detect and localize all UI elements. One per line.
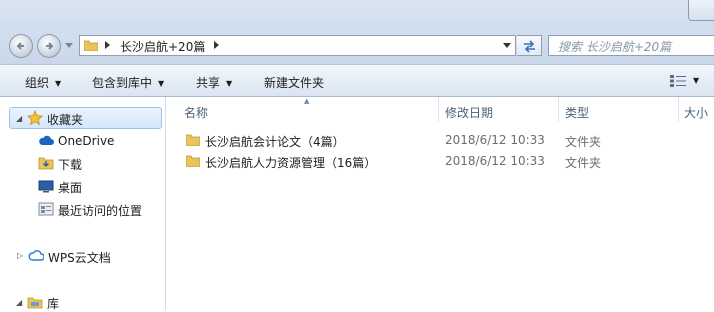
file-date: 2018/6/12 10:33 xyxy=(445,154,545,168)
file-name: 长沙启航会计论文（4篇） xyxy=(205,135,345,149)
search-input[interactable]: 搜索 长沙启航+20篇 xyxy=(548,35,714,56)
file-type: 文件夹 xyxy=(565,135,602,149)
file-name: 长沙启航人力资源管理（16篇） xyxy=(205,156,377,170)
column-divider[interactable] xyxy=(558,97,559,122)
file-date: 2018/6/12 10:33 xyxy=(445,133,545,147)
chevron-down-icon: ▼ xyxy=(226,79,233,88)
organize-button[interactable]: 组织 ▼ xyxy=(25,74,61,91)
file-type: 文件夹 xyxy=(565,156,602,170)
file-row[interactable]: 长沙启航会计论文（4篇） 2018/6/12 10:33 文件夹 xyxy=(166,131,714,151)
folder-icon xyxy=(186,155,200,167)
new-folder-button[interactable]: 新建文件夹 xyxy=(264,74,324,91)
column-divider[interactable] xyxy=(438,97,439,122)
nav-label-downloads: 下载 xyxy=(58,158,83,172)
nav-label-wps-cloud: WPS云文档 xyxy=(48,251,111,265)
breadcrumb-separator-icon[interactable] xyxy=(214,41,220,49)
share-button[interactable]: 共享 ▼ xyxy=(196,74,232,91)
chevron-down-icon: ▼ xyxy=(158,79,165,88)
nav-label-recent-places: 最近访问的位置 xyxy=(58,204,143,218)
organize-label: 组织 xyxy=(25,76,50,90)
folder-icon xyxy=(186,134,200,146)
nav-label-onedrive: OneDrive xyxy=(58,134,115,148)
navigation-pane: ◢ 收藏夹 OneDrive 下载 桌面 最近访问的位置 ▷ WPS云文档 ◢ … xyxy=(0,97,166,311)
refresh-button[interactable] xyxy=(517,35,542,56)
folder-icon xyxy=(84,40,98,51)
column-header-date[interactable]: 修改日期 xyxy=(445,104,493,121)
column-header-name[interactable]: 名称 xyxy=(184,104,208,121)
chevron-down-icon: ▼ xyxy=(55,79,62,88)
share-label: 共享 xyxy=(196,76,221,90)
search-placeholder: 搜索 长沙启航+20篇 xyxy=(558,40,672,54)
collapse-arrow-icon[interactable]: ◢ xyxy=(16,298,22,307)
column-header-size[interactable]: 大小 xyxy=(684,104,708,121)
back-arrow-icon xyxy=(16,42,24,50)
recent-places-icon xyxy=(38,202,54,216)
address-dropdown-icon[interactable] xyxy=(503,43,511,48)
expand-arrow-icon[interactable]: ▷ xyxy=(17,251,23,260)
breadcrumb-current[interactable]: 长沙启航+20篇 xyxy=(120,38,205,55)
address-bar[interactable]: 长沙启航+20篇 xyxy=(79,35,516,56)
cloud-icon xyxy=(39,135,54,145)
sort-ascending-icon: ▲ xyxy=(304,97,310,105)
desktop-icon xyxy=(38,180,54,193)
include-in-library-button[interactable]: 包含到库中 ▼ xyxy=(92,74,164,91)
view-options-chevron-icon[interactable]: ▼ xyxy=(693,76,699,85)
nav-label-favorites: 收藏夹 xyxy=(47,113,84,127)
collapse-arrow-icon[interactable]: ◢ xyxy=(16,114,22,123)
downloads-folder-icon xyxy=(38,157,54,170)
file-row[interactable]: 长沙启航人力资源管理（16篇） 2018/6/12 10:33 文件夹 xyxy=(166,152,714,172)
command-bar: 组织 ▼ 包含到库中 ▼ 共享 ▼ 新建文件夹 ▼ xyxy=(0,64,714,97)
new-folder-label: 新建文件夹 xyxy=(264,76,325,90)
forward-button[interactable] xyxy=(37,34,61,58)
library-icon xyxy=(27,297,43,309)
wps-cloud-icon xyxy=(28,250,44,261)
address-row: 长沙启航+20篇 搜索 长沙启航+20篇 xyxy=(0,30,714,64)
recent-pages-chevron-icon[interactable] xyxy=(65,43,73,49)
breadcrumb-separator-icon[interactable] xyxy=(105,41,111,49)
column-header-type[interactable]: 类型 xyxy=(565,104,589,121)
file-list: ▲ 名称 修改日期 类型 大小 长沙启航会计论文（4篇） 2018/6/12 1… xyxy=(166,97,714,310)
refresh-icon xyxy=(524,40,535,53)
title-bar xyxy=(0,0,714,30)
nav-label-libraries: 库 xyxy=(47,297,60,311)
nav-label-desktop: 桌面 xyxy=(58,181,83,195)
column-divider[interactable] xyxy=(678,97,679,122)
maximize-button[interactable] xyxy=(688,0,714,21)
forward-arrow-icon xyxy=(46,42,54,50)
back-button[interactable] xyxy=(9,34,33,58)
change-view-icon[interactable] xyxy=(670,75,686,87)
star-icon xyxy=(27,110,43,126)
include-in-library-label: 包含到库中 xyxy=(92,76,153,90)
